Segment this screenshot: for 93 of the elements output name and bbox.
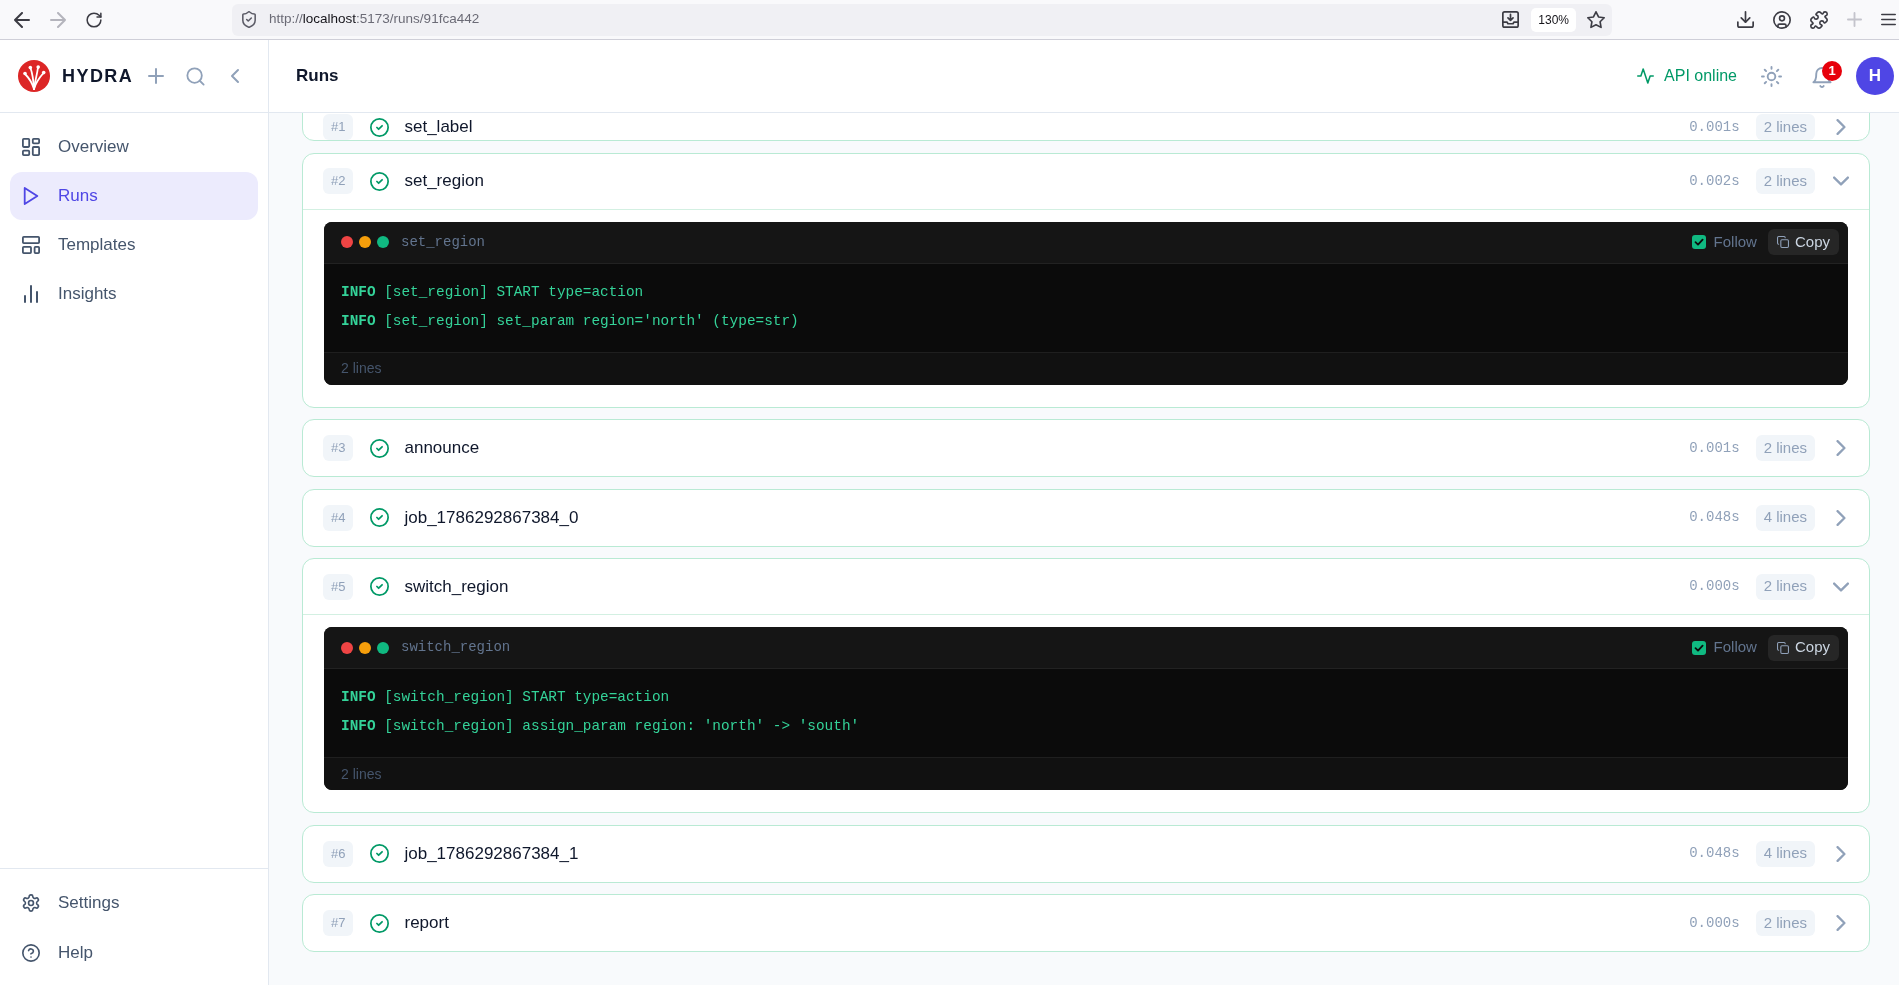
copy-icon [1776,236,1789,248]
log-line-count: 2 lines [341,764,382,784]
log-line: INFO [switch_region] START type=action [341,688,670,707]
line-count: 2 lines [1755,573,1815,600]
notifications-button[interactable]: 1 [1812,60,1842,88]
step-number: #6 [323,840,354,867]
step-duration: 0.000s [1689,577,1740,596]
nav-item[interactable]: Settings [10,879,258,927]
step-duration: 0.001s [1689,117,1740,137]
star-icon[interactable] [1587,10,1605,29]
nav-item[interactable]: Overview [10,123,258,171]
download-tray-icon[interactable] [1502,11,1520,28]
layout-icon [22,236,40,254]
step-duration: 0.000s [1689,913,1740,933]
reload-icon [86,11,102,28]
log-line: INFO [switch_region] assign_param region: 'north' -> 'south' [341,717,860,736]
collapse-sidebar-button[interactable] [229,67,242,85]
follow-label: Follow [1713,231,1757,252]
line-count: 2 lines [1755,168,1815,194]
download-icon[interactable] [1737,11,1754,28]
pulse-icon [1637,68,1655,84]
follow-label: Follow [1713,637,1757,658]
log-line: INFO [set_region] set_param region='north' (type=str) [341,311,799,331]
step-name: set_region [404,170,484,193]
copy-button[interactable]: Copy [1767,634,1839,661]
forward-icon [50,11,66,28]
plus-icon [148,68,165,84]
menu-icon[interactable] [1881,13,1896,26]
log-title: set_region [401,232,485,252]
step-number: #3 [323,435,354,461]
brand-name: HYDRA [62,64,134,88]
step-number: #2 [323,168,354,194]
check-circle-icon [370,117,390,137]
log-line: INFO [set_region] START type=action [341,282,644,302]
step-duration: 0.002s [1689,171,1740,191]
step-name: set_label [404,116,473,139]
new-run-button[interactable] [147,67,166,85]
shield-icon[interactable] [241,11,257,28]
chevron-left-icon [230,68,241,84]
plus-icon[interactable] [1847,12,1862,27]
puzzle-icon[interactable] [1810,10,1828,29]
copy-icon [1776,641,1789,654]
theme-toggle-button[interactable] [1761,65,1782,87]
check-circle-icon [370,577,390,596]
back-icon [14,11,30,28]
log-line-count: 2 lines [341,359,382,378]
notification-badge: 1 [1822,60,1842,81]
log-title: switch_region [401,638,511,657]
search-icon [186,66,206,86]
follow-checkbox[interactable] [1691,235,1706,249]
step-name: switch_region [404,575,509,598]
check-circle-icon [370,508,390,527]
line-count: 2 lines [1755,114,1815,140]
line-count: 4 lines [1755,840,1815,867]
step-duration: 0.048s [1689,508,1740,527]
avatar-button[interactable]: H [1856,57,1894,95]
play-icon [22,187,40,205]
nav-item[interactable]: Templates [10,221,258,269]
check-circle-icon [370,438,390,458]
step-duration: 0.048s [1689,844,1740,863]
step-number: #7 [323,910,354,936]
sun-icon [1761,65,1782,87]
url-text: http://localhost:5173/runs/91fca442 [269,10,480,29]
step-name: announce [404,437,480,460]
check-circle-icon [370,171,390,191]
zoom-level-button[interactable]: 130% [1531,7,1576,32]
page-title: Runs [296,65,339,88]
dashboard-icon [22,138,40,156]
step-number: #1 [323,114,354,140]
check-circle-icon [370,913,390,933]
nav-item[interactable]: Insights [10,270,258,318]
help-icon [22,944,40,962]
address-bar[interactable]: http://localhost:5173/runs/91fca442 130% [232,3,1612,36]
api-status: API online [1664,66,1737,86]
bar-chart-icon [22,285,40,303]
step-name: job_1786292867384_0 [404,506,579,529]
search-button[interactable] [186,66,206,86]
check-circle-icon [370,844,390,863]
copy-button[interactable]: Copy [1767,229,1839,255]
user-circle-icon[interactable] [1773,10,1791,29]
step-number: #5 [323,573,354,600]
logo-icon [17,59,51,93]
line-count: 2 lines [1755,435,1815,461]
follow-checkbox[interactable] [1691,640,1706,655]
step-name: report [404,912,449,935]
step-duration: 0.001s [1689,438,1740,458]
nav-item[interactable]: Help [10,929,258,977]
nav-item[interactable]: Runs [10,172,258,220]
step-name: job_1786292867384_1 [404,842,579,865]
line-count: 2 lines [1755,910,1815,936]
step-number: #4 [323,504,354,531]
line-count: 4 lines [1755,504,1815,531]
settings-icon [22,894,40,912]
